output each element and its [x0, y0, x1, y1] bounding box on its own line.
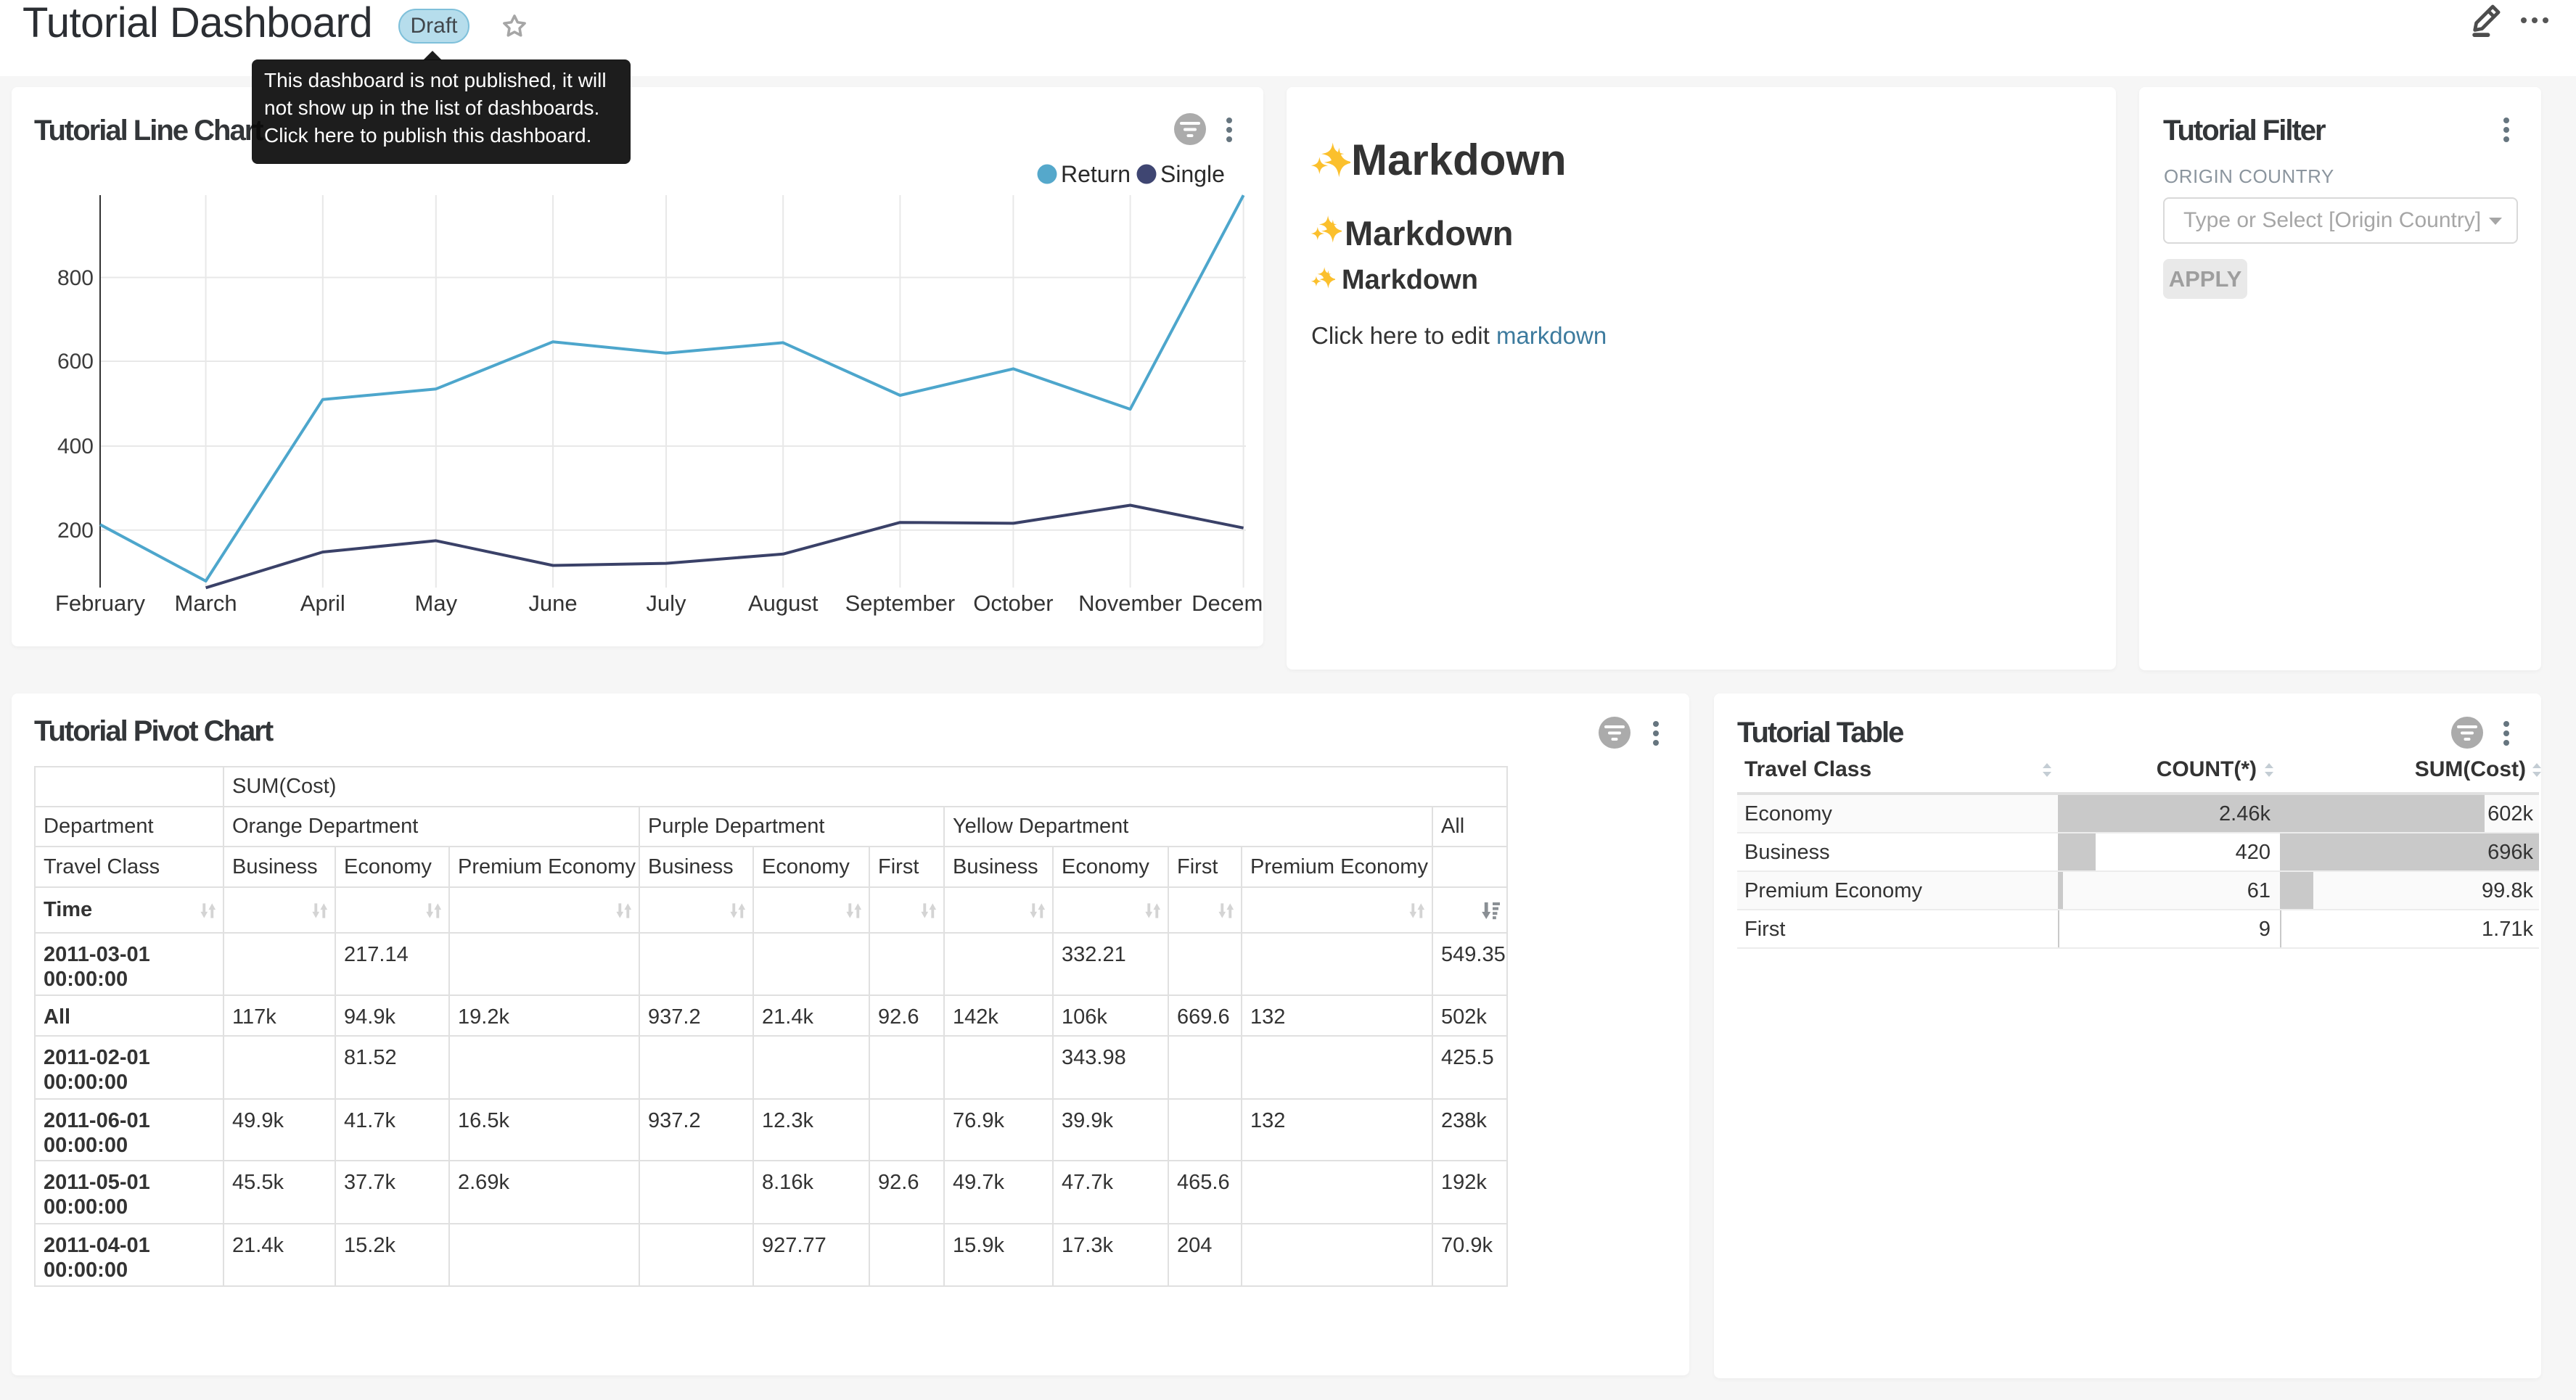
- svg-text:July: July: [646, 590, 686, 616]
- svg-text:Single: Single: [1160, 161, 1225, 187]
- svg-text:400: 400: [57, 435, 94, 458]
- svg-text:August: August: [748, 590, 819, 616]
- svg-text:June: June: [528, 590, 577, 616]
- svg-text:600: 600: [57, 350, 94, 374]
- svg-text:February: February: [55, 590, 146, 616]
- svg-text:800: 800: [57, 266, 94, 290]
- svg-text:March: March: [175, 590, 237, 616]
- svg-text:200: 200: [57, 519, 94, 543]
- svg-text:October: October: [973, 590, 1053, 616]
- svg-text:Return: Return: [1061, 161, 1131, 187]
- svg-text:December: December: [1191, 590, 1263, 616]
- svg-text:November: November: [1078, 590, 1182, 616]
- svg-text:May: May: [415, 590, 458, 616]
- svg-text:September: September: [845, 590, 956, 616]
- svg-text:April: April: [300, 590, 345, 616]
